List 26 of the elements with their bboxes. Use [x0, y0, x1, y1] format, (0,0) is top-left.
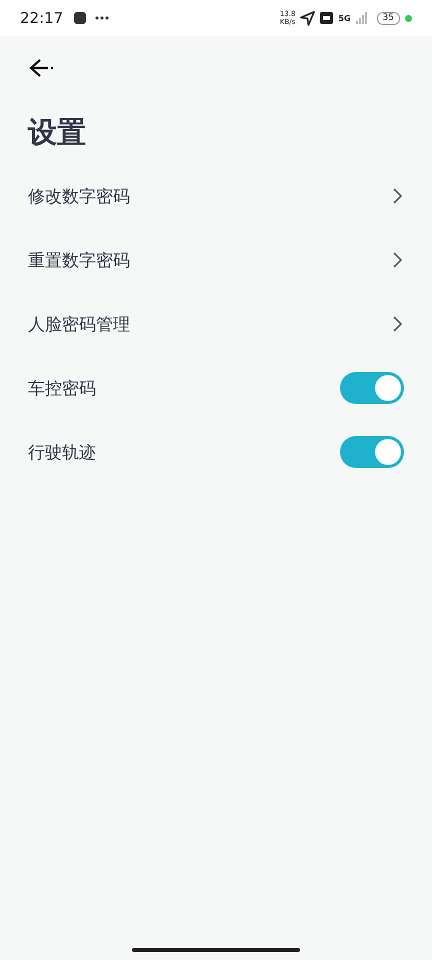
signal-icon: [356, 12, 368, 24]
status-time: 22:17: [20, 9, 64, 27]
more-icon: [95, 16, 110, 20]
setting-label: 人脸密码管理: [28, 314, 130, 336]
setting-label: 修改数字密码: [28, 186, 130, 208]
toggle-switch[interactable]: [340, 436, 404, 468]
settings-row[interactable]: 修改数字密码: [28, 164, 404, 228]
toggle-switch[interactable]: [340, 372, 404, 404]
network-type: 5G: [338, 14, 351, 22]
setting-label: 车控密码: [28, 378, 96, 400]
setting-label: 重置数字密码: [28, 250, 130, 272]
page-title: 设置: [28, 114, 86, 151]
settings-row[interactable]: 行驶轨迹: [28, 420, 404, 484]
settings-row[interactable]: 人脸密码管理: [28, 292, 404, 356]
chevron-right-icon: [393, 316, 402, 332]
settings-row[interactable]: 重置数字密码: [28, 228, 404, 292]
chevron-right-icon: [393, 188, 402, 204]
chevron-right-icon: [393, 252, 402, 268]
hd-icon: [320, 12, 334, 24]
app-icon: [74, 12, 86, 24]
back-button[interactable]: [28, 56, 54, 80]
setting-label: 行驶轨迹: [28, 442, 96, 464]
settings-row[interactable]: 车控密码: [28, 356, 404, 420]
location-icon: [300, 10, 316, 26]
battery-indicator: 35: [376, 12, 400, 24]
status-dot-icon: [405, 14, 412, 22]
